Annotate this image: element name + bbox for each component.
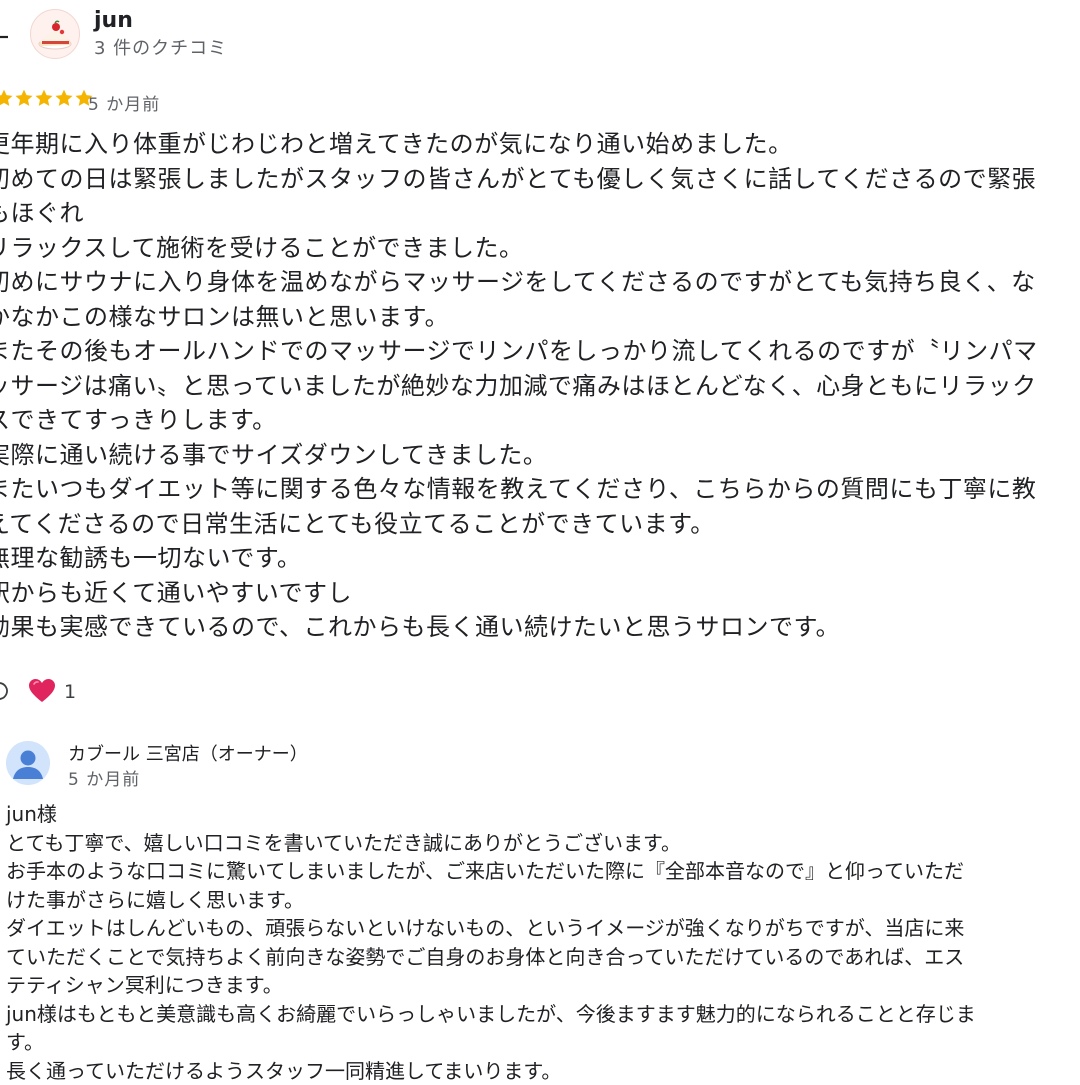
default-user-avatar-icon (6, 741, 50, 785)
like-count: 1 (64, 681, 76, 703)
review-text-line: 駅からも近くて通いやすいですし (0, 576, 1080, 611)
reply-text-line: す。 (6, 1028, 1080, 1057)
heart-icon[interactable] (28, 678, 56, 704)
reply-text-line: 長く通っていただけるようスタッフ一同精進してまいります。 (6, 1057, 1080, 1085)
comment-icon[interactable] (0, 680, 10, 702)
reply-text-line: ダイエットはしんどいもの、頑張らないといけないもの、というイメージが強くなりがち… (6, 914, 1080, 943)
review-text-line: 実際に通い続ける事でサイズダウンしてきました。 (0, 438, 1080, 473)
review-text-line: リラックスして施術を受けることができました。 (0, 231, 1080, 266)
star-icon (54, 88, 74, 108)
reply-text-line: jun様はもともと美意識も高くお綺麗でいらっしゃいましたが、今後ますます魅力的に… (6, 1000, 1080, 1029)
reply-text-line: jun様 (6, 800, 1080, 829)
owner-avatar[interactable] (6, 741, 50, 785)
star-icon (0, 88, 14, 108)
star-rating (0, 88, 94, 108)
review-text: 更年期に入り体重がじわじわと増えてきたのが気になり通い始めました。 初めての日は… (0, 127, 1080, 645)
review-text-line: 初めにサウナに入り身体を温めながらマッサージをしてくださるのですがとても気持ち良… (0, 265, 1080, 300)
reply-text-line: ていただくことで気持ちよく前向きな姿勢でご自身のお身体と向き合っていただけている… (6, 943, 1080, 972)
owner-name[interactable]: カブール 三宮店（オーナー） (68, 740, 308, 766)
review-text-line: 更年期に入り体重がじわじわと増えてきたのが気になり通い始めました。 (0, 127, 1080, 162)
review-date: 5 か月前 (88, 90, 160, 115)
reply-text-line: とても丁寧で、嬉しい口コミを書いていただき誠にありがとうございます。 (6, 829, 1080, 858)
review-text-line: えてくださるので日常生活にとても役立てることができています。 (0, 507, 1080, 542)
reply-text-line: テティシャン冥利につきます。 (6, 971, 1080, 1000)
review-text-line: スできてすっきりします。 (0, 403, 1080, 438)
reviewer-review-count: 3 件のクチコミ (94, 34, 227, 60)
review-text-line: またいつもダイエット等に関する色々な情報を教えてくださり、こちらからの質問にも丁… (0, 472, 1080, 507)
owner-reply-text: jun様 とても丁寧で、嬉しい口コミを書いていただき誠にありがとうございます。 … (6, 800, 1080, 1085)
review-text-line: またその後もオールハンドでのマッサージでリンパをしっかり流してくれるのですが〝リ… (0, 334, 1080, 369)
cake-avatar-icon (31, 10, 79, 58)
star-icon (14, 88, 34, 108)
review-text-line: ッサージは痛い〟と思っていましたが絶妙な力加減で痛みはほとんどなく、心身ともにリ… (0, 369, 1080, 404)
review-text-line: もほぐれ (0, 196, 1080, 231)
reply-text-line: けた事がさらに嬉しく思います。 (6, 886, 1080, 915)
back-arrow-icon[interactable] (0, 22, 12, 46)
reply-text-line: お手本のような口コミに驚いてしまいましたが、ご来店いただいた際に『全部本音なので… (6, 857, 1080, 886)
review-text-line: 初めての日は緊張しましたがスタッフの皆さんがとても優しく気さくに話してくださるの… (0, 162, 1080, 197)
review-text-line: 無理な勧誘も一切ないです。 (0, 541, 1080, 576)
review-text-line: かなかこの様なサロンは無いと思います。 (0, 300, 1080, 335)
owner-reply-date: 5 か月前 (68, 765, 140, 790)
reviewer-avatar[interactable] (30, 9, 80, 59)
star-icon (34, 88, 54, 108)
review-text-line: 効果も実感できているので、これからも長く通い続けたいと思うサロンです。 (0, 610, 1080, 645)
reviewer-name[interactable]: jun (94, 8, 133, 33)
